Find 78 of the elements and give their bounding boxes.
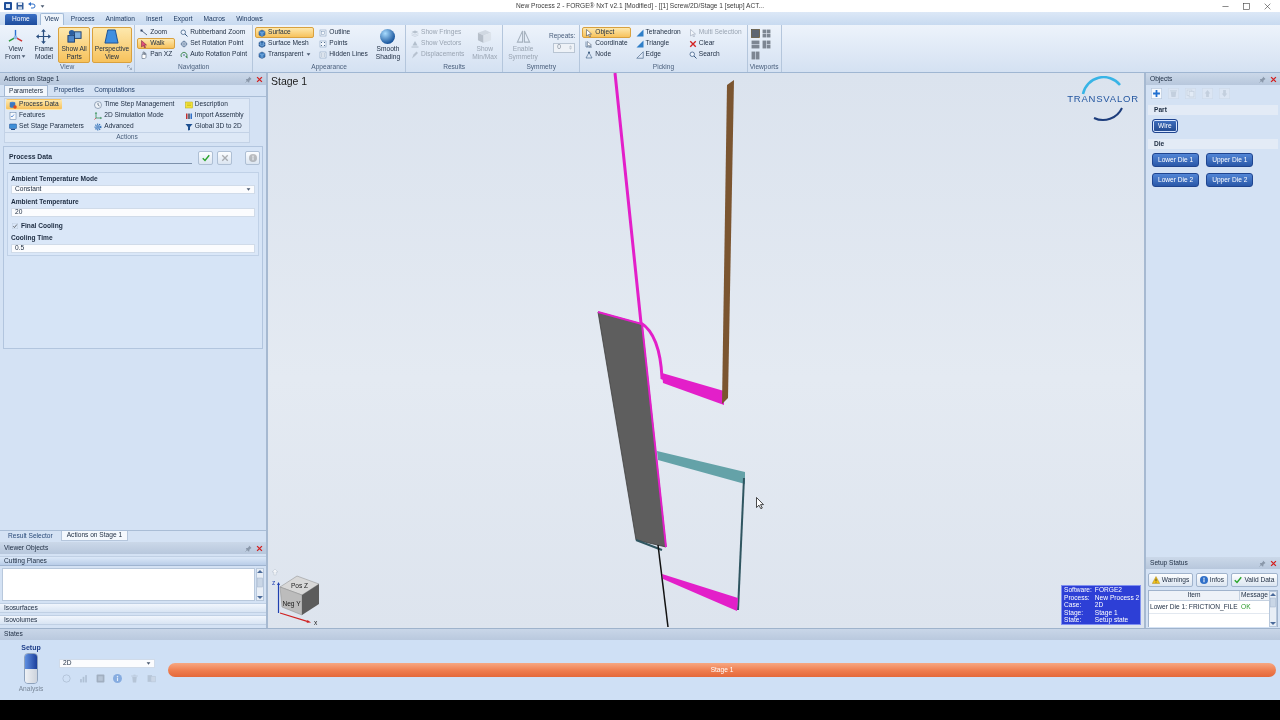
layers-icon (411, 28, 420, 37)
cursor-icon (140, 39, 149, 48)
monitor-icon (9, 122, 17, 131)
checkbox[interactable] (12, 223, 18, 229)
pin-icon[interactable] (1259, 559, 1266, 567)
vector-arrow-icon (411, 39, 420, 48)
close-icon[interactable] (1270, 559, 1277, 567)
info-icon (1199, 576, 1208, 584)
cubes-icon (66, 29, 82, 44)
viewport-title: Stage 1 (271, 76, 308, 87)
bars-icon (184, 111, 193, 120)
pin-icon[interactable] (1259, 75, 1266, 83)
funnel-icon (184, 122, 193, 131)
sphere-icon (380, 29, 396, 44)
axis-triad (277, 582, 311, 623)
search-icon (688, 50, 697, 59)
mode-toggle[interactable] (24, 653, 38, 684)
diagonal-line-icon (140, 28, 149, 37)
caret-icon[interactable] (40, 3, 45, 9)
cube-icon (258, 50, 267, 59)
app-icon[interactable] (4, 2, 12, 10)
close-icon[interactable] (256, 544, 263, 552)
scrollbar[interactable] (1269, 591, 1277, 627)
dialog-launcher-icon[interactable] (127, 65, 133, 70)
close-icon[interactable] (256, 75, 263, 83)
checklist-icon (9, 111, 17, 120)
mesh-cube-icon (258, 39, 267, 48)
undo-icon[interactable] (28, 2, 36, 10)
caret-icon (146, 661, 151, 666)
search-icon (180, 28, 189, 37)
axes-arrows-icon (94, 111, 103, 120)
database-icon (9, 100, 17, 109)
x-mark-icon (220, 154, 229, 162)
hand-icon (140, 50, 149, 59)
x-mark-icon (688, 39, 697, 48)
settings-icon (94, 122, 103, 131)
axes-icon (8, 29, 24, 44)
cursor-axes-icon (585, 39, 594, 48)
note-icon (184, 100, 193, 109)
outline-square-icon (319, 28, 328, 37)
trapezoid-icon (104, 29, 120, 44)
crosshair-icon (180, 39, 189, 48)
four-arrows-icon (36, 29, 52, 44)
maximize-icon[interactable] (1243, 2, 1250, 10)
four-pane-icon[interactable] (761, 29, 771, 38)
spinner-arrows-icon (568, 45, 574, 51)
check-icon (201, 154, 210, 162)
caret-icon (246, 187, 251, 192)
info-icon (248, 154, 257, 162)
logo-text: TRANSVALOR (1067, 94, 1139, 104)
cube-icon (258, 28, 267, 37)
pin-icon[interactable] (245, 75, 252, 83)
two-column-pane-icon[interactable] (750, 51, 760, 60)
cursor-icon (688, 28, 697, 37)
mirror-triangles-icon (515, 29, 531, 44)
clock-icon (94, 100, 103, 109)
scrollbar[interactable] (256, 568, 264, 601)
cursor-icon (585, 28, 594, 37)
check-icon (1234, 576, 1243, 584)
warning-icon (1151, 576, 1160, 584)
three-pane-icon[interactable] (761, 40, 771, 49)
apply-button[interactable] (198, 151, 213, 165)
triangle-node-icon (585, 50, 594, 59)
pin-icon[interactable] (245, 544, 252, 552)
box-icon (477, 29, 493, 44)
plus-icon[interactable] (1151, 88, 1162, 99)
dashed-square-icon (319, 50, 328, 59)
mouse-cursor-icon (756, 497, 764, 509)
dotted-square-icon (319, 39, 328, 48)
rotate-icon (180, 50, 189, 59)
close-icon[interactable] (1270, 75, 1277, 83)
triangle-outline-icon (635, 50, 644, 59)
view-cube[interactable] (279, 575, 320, 616)
close-icon[interactable] (1264, 2, 1271, 10)
two-row-pane-icon[interactable] (750, 40, 760, 49)
pencil-icon (411, 50, 420, 59)
single-pane-icon[interactable] (750, 29, 760, 38)
save-icon[interactable] (16, 2, 24, 10)
